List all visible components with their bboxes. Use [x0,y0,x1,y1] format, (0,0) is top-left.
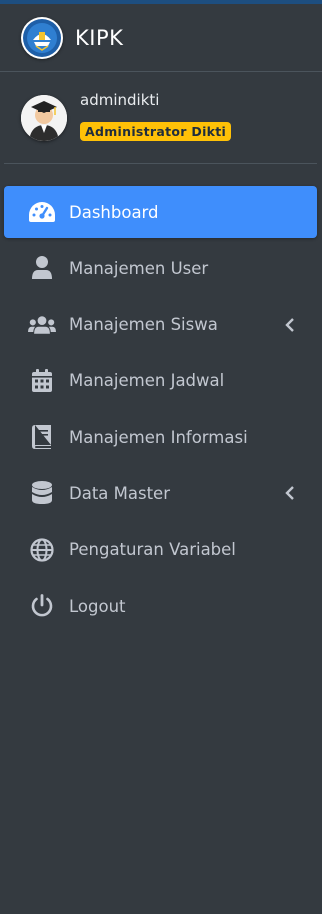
nav-item-manajemen-user[interactable]: Manajemen User [4,242,317,294]
brand-title: KIPK [75,25,124,50]
nav-label: Manajemen Siswa [69,315,218,335]
sidebar-menu: Dashboard Manajemen User Manajemen Siswa [4,186,317,636]
book-icon [28,425,56,450]
nav-item-dashboard[interactable]: Dashboard [4,186,317,238]
brand-link[interactable]: KIPK [0,4,322,72]
chevron-left-icon[interactable] [285,317,295,332]
nav-item-manajemen-siswa[interactable]: Manajemen Siswa [4,299,317,351]
nav-label: Manajemen User [69,258,209,278]
role-badge: Administrator Dikti [80,122,232,141]
nav-label: Pengaturan Variabel [69,540,236,560]
nav-label: Logout [69,596,126,616]
calendar-icon [28,368,56,393]
nav-item-pengaturan-variabel[interactable]: Pengaturan Variabel [4,524,317,576]
database-icon [28,481,56,505]
user-icon [28,256,56,280]
nav-item-data-master[interactable]: Data Master [4,467,317,519]
nav-label: Data Master [69,483,170,503]
chevron-left-icon[interactable] [285,486,295,501]
nav-item-manajemen-informasi[interactable]: Manajemen Informasi [4,411,317,463]
users-icon [28,313,56,337]
avatar[interactable] [21,95,67,141]
user-panel: admindikti Administrator Dikti [4,73,317,164]
user-name[interactable]: admindikti [80,91,159,109]
tut-wuri-handayani-logo [21,16,63,59]
nav-label: Dashboard [69,202,159,222]
nav-label: Manajemen Informasi [69,427,248,447]
tachometer-icon [28,200,56,224]
nav-item-manajemen-jadwal[interactable]: Manajemen Jadwal [4,355,317,407]
nav-label: Manajemen Jadwal [69,371,225,391]
globe-icon [28,538,56,562]
nav-item-logout[interactable]: Logout [4,580,317,632]
power-icon [28,594,56,618]
